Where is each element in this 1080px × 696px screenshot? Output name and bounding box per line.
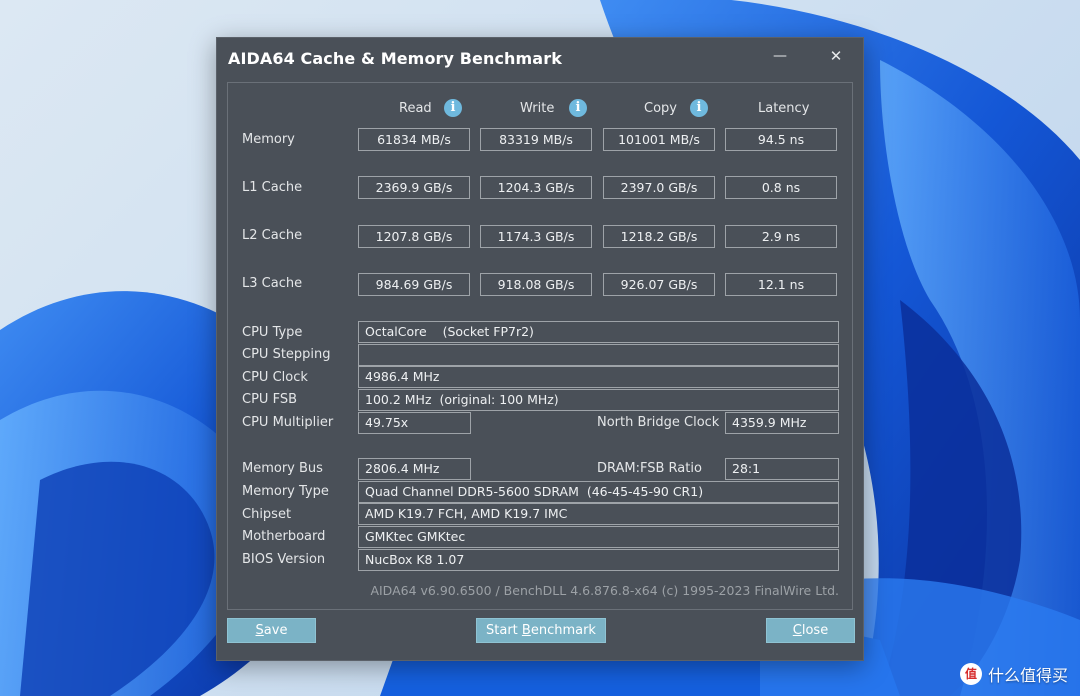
close-button-label: lose [801,623,829,638]
cpu-clock-label: CPU Clock [242,370,308,385]
title-bar[interactable]: AIDA64 Cache & Memory Benchmark — ✕ [217,38,863,78]
cpu-fsb-label: CPU FSB [242,392,297,407]
memory-read-value: 61834 MB/s [358,128,470,151]
cpu-fsb-field: 100.2 MHz (original: 100 MHz) [358,389,839,411]
window-title: AIDA64 Cache & Memory Benchmark [228,49,562,68]
dram-fsb-ratio-label: DRAM:FSB Ratio [597,461,702,476]
north-bridge-clock-field: 4359.9 MHz [725,412,839,434]
watermark-logo-icon: 值 [959,663,982,685]
memory-write-value: 83319 MB/s [480,128,592,151]
start-accel-key: B [521,623,531,638]
l3-read-value: 984.69 GB/s [358,273,470,296]
start-button-label: enchmark [530,623,596,638]
l1-write-value: 1204.3 GB/s [480,176,592,199]
l3-copy-value: 926.07 GB/s [603,273,715,296]
column-header-write: Write [520,101,555,116]
dram-fsb-ratio-field: 28:1 [725,458,839,480]
bios-version-field: NucBox K8 1.07 [358,549,839,571]
save-button[interactable]: Save [227,618,316,643]
cpu-multiplier-label: CPU Multiplier [242,415,334,430]
column-header-latency: Latency [758,101,810,116]
read-info-icon[interactable]: i [444,99,462,117]
write-info-icon[interactable]: i [569,99,587,117]
cpu-stepping-label: CPU Stepping [242,347,331,362]
benchmark-window: AIDA64 Cache & Memory Benchmark — ✕ Read… [216,37,864,661]
watermark-text: 什么值得买 [987,666,1068,685]
chipset-field: AMD K19.7 FCH, AMD K19.7 IMC [358,503,839,525]
cpu-stepping-field [358,344,839,366]
l3-write-value: 918.08 GB/s [480,273,592,296]
memory-type-field: Quad Channel DDR5-5600 SDRAM (46-45-45-9… [358,481,839,503]
cpu-clock-field: 4986.4 MHz [358,366,839,388]
l3-latency-value: 12.1 ns [725,273,837,296]
copy-info-icon[interactable]: i [690,99,708,117]
chipset-label: Chipset [242,507,292,522]
cpu-multiplier-field: 49.75x [358,412,471,434]
memory-type-label: Memory Type [242,484,329,499]
window-close-button[interactable]: ✕ [823,44,849,70]
cpu-type-label: CPU Type [242,325,303,340]
row-label-l2-cache: L2 Cache [242,228,303,243]
memory-bus-label: Memory Bus [242,461,323,476]
memory-bus-field: 2806.4 MHz [358,458,471,480]
motherboard-field: GMKtec GMKtec [358,526,839,548]
row-label-l1-cache: L1 Cache [242,180,303,195]
l2-write-value: 1174.3 GB/s [480,225,592,248]
close-button[interactable]: Close [766,618,855,643]
l1-read-value: 2369.9 GB/s [358,176,470,199]
row-label-l3-cache: L3 Cache [242,276,303,291]
copyright-footer: AIDA64 v6.90.6500 / BenchDLL 4.6.876.8-x… [370,583,839,598]
bios-version-label: BIOS Version [242,552,326,567]
row-label-memory: Memory [242,132,295,147]
l2-read-value: 1207.8 GB/s [358,225,470,248]
column-header-read: Read [399,101,432,116]
watermark: 值 什么值得买 [959,662,1068,686]
memory-latency-value: 94.5 ns [725,128,837,151]
memory-copy-value: 101001 MB/s [603,128,715,151]
l2-latency-value: 2.9 ns [725,225,837,248]
start-button-prefix: Start [486,623,522,638]
l1-latency-value: 0.8 ns [725,176,837,199]
save-button-label: ave [263,623,288,638]
minimize-button[interactable]: — [767,44,793,70]
motherboard-label: Motherboard [242,529,326,544]
close-accel-key: C [792,623,802,638]
l2-copy-value: 1218.2 GB/s [603,225,715,248]
save-accel-key: S [255,623,264,638]
column-header-copy: Copy [644,101,677,116]
cpu-type-field: OctalCore (Socket FP7r2) [358,321,839,343]
start-benchmark-button[interactable]: Start Benchmark [476,618,606,643]
l1-copy-value: 2397.0 GB/s [603,176,715,199]
north-bridge-clock-label: North Bridge Clock [597,415,720,430]
